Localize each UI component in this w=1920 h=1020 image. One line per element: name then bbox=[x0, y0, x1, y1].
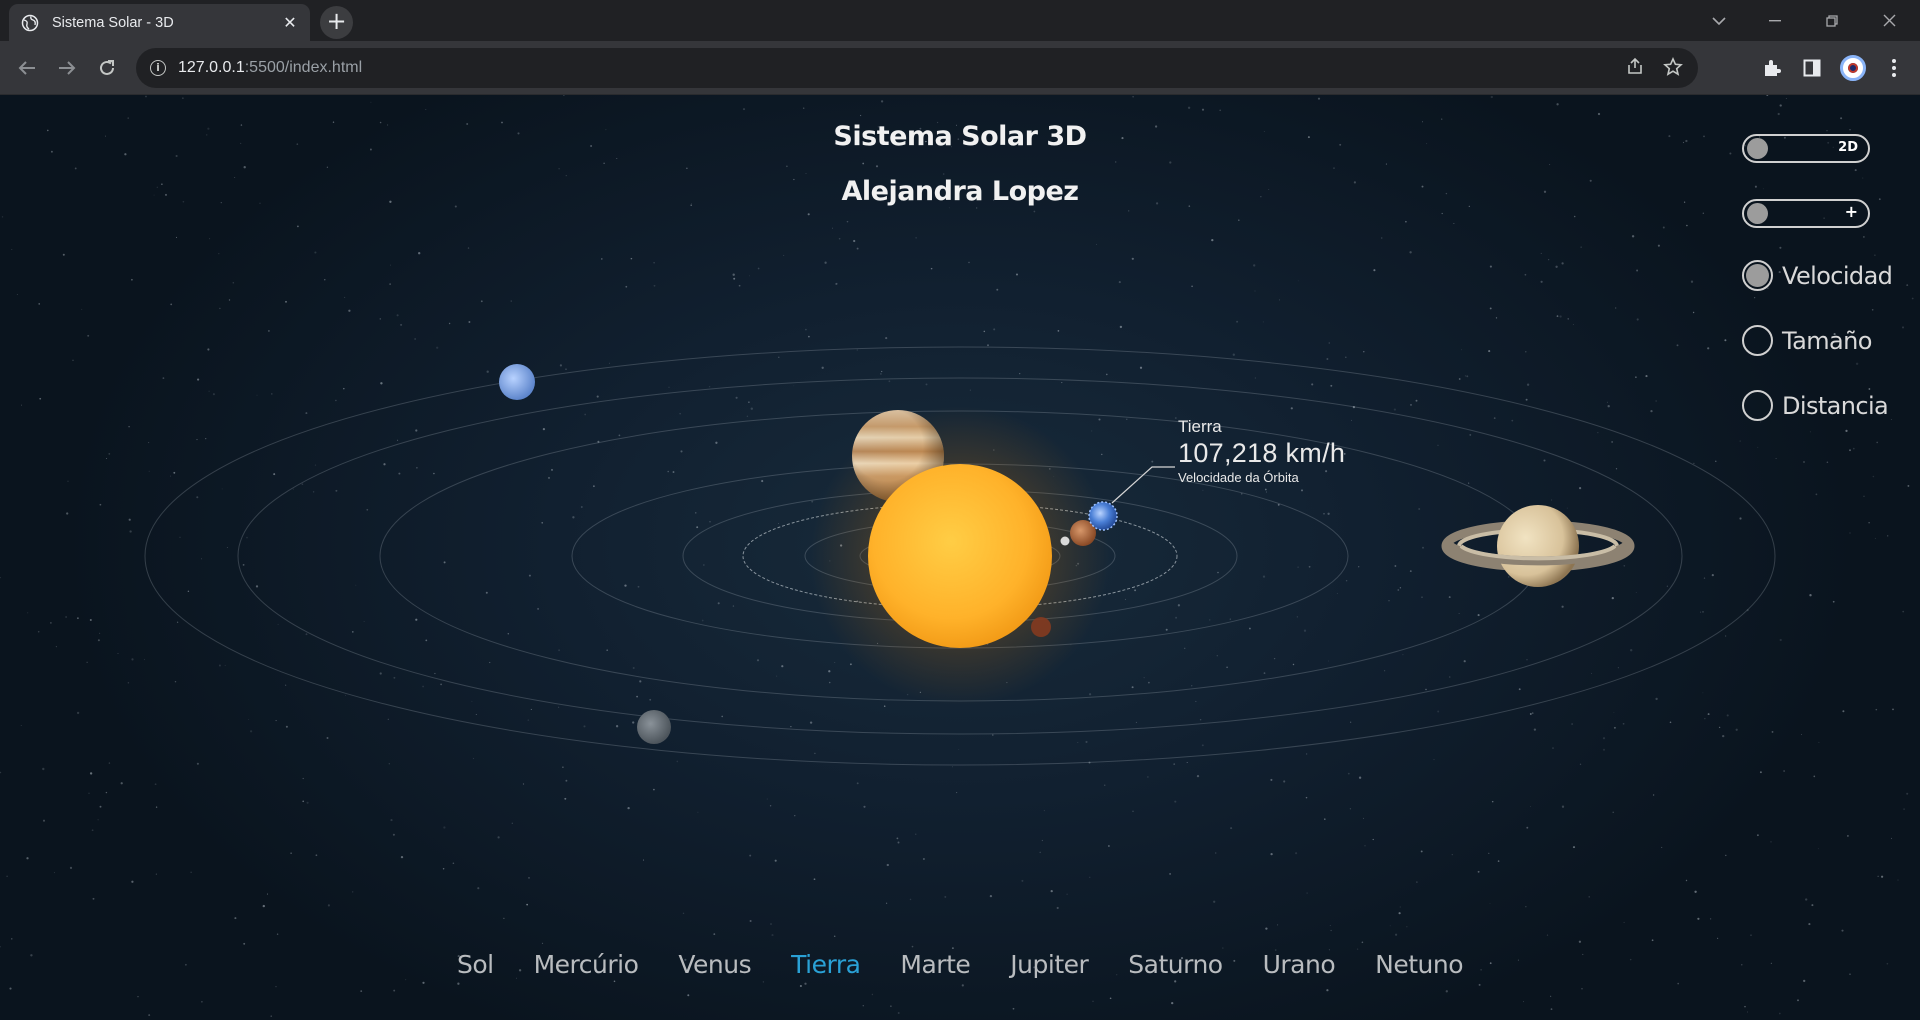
option-tamano[interactable]: Tamaño bbox=[1742, 325, 1872, 356]
sidebar-icon[interactable] bbox=[1798, 54, 1826, 82]
browser-tab[interactable]: Sistema Solar - 3D ✕ bbox=[9, 4, 310, 41]
option-tamano-label: Tamaño bbox=[1782, 326, 1872, 355]
info-icon[interactable]: i bbox=[150, 60, 166, 76]
nav-item-netuno[interactable]: Netuno bbox=[1375, 950, 1463, 979]
star-icon[interactable] bbox=[1662, 57, 1684, 79]
tab-title: Sistema Solar - 3D bbox=[52, 14, 174, 31]
profile-avatar[interactable] bbox=[1840, 55, 1866, 81]
toggle-plus-label: + bbox=[1844, 202, 1858, 221]
url-host: 127.0.0.1 bbox=[178, 59, 245, 76]
extensions-icon[interactable] bbox=[1758, 54, 1786, 82]
address-bar[interactable]: i 127.0.0.1:5500/index.html bbox=[136, 48, 1698, 88]
nav-item-jupiter[interactable]: Jupiter bbox=[1010, 950, 1089, 979]
browser-tab-strip: Sistema Solar - 3D ✕ + bbox=[0, 0, 1920, 41]
forward-arrow-icon[interactable] bbox=[50, 51, 84, 85]
planet-nav: Sol Mercúrio Venus Tierra Marte Jupiter … bbox=[0, 950, 1920, 979]
planet-earth[interactable] bbox=[1088, 501, 1118, 531]
radio-dot[interactable] bbox=[1742, 390, 1773, 421]
nav-item-tierra[interactable]: Tierra bbox=[791, 950, 861, 979]
planet-saturn[interactable] bbox=[1441, 505, 1635, 587]
minimize-icon[interactable] bbox=[1752, 0, 1798, 41]
option-velocidad[interactable]: Velocidad bbox=[1742, 260, 1893, 291]
new-tab-button[interactable]: + bbox=[320, 6, 353, 39]
reload-icon[interactable] bbox=[90, 51, 124, 85]
globe-icon bbox=[21, 14, 39, 31]
planet-info-callout: Tierra 107,218 km/h Velocidade da Órbita bbox=[1178, 417, 1345, 485]
planet-uranus[interactable] bbox=[499, 364, 535, 400]
nav-item-saturno[interactable]: Saturno bbox=[1128, 950, 1223, 979]
planet-sun[interactable] bbox=[810, 406, 1110, 706]
callout-speed-label: Velocidade da Órbita bbox=[1178, 470, 1299, 485]
close-window-icon[interactable] bbox=[1866, 0, 1912, 41]
nav-item-venus[interactable]: Venus bbox=[678, 950, 751, 979]
url-path: :5500/index.html bbox=[244, 59, 363, 76]
share-icon[interactable] bbox=[1624, 57, 1646, 79]
planet-mercury[interactable] bbox=[1060, 536, 1070, 546]
browser-toolbar: i 127.0.0.1:5500/index.html bbox=[0, 41, 1920, 95]
restore-icon[interactable] bbox=[1809, 0, 1855, 41]
back-arrow-icon[interactable] bbox=[10, 51, 44, 85]
toggle-2d-label: 2D bbox=[1838, 140, 1858, 155]
toggle-2d-view[interactable]: 2D bbox=[1742, 134, 1870, 163]
nav-item-mercurio[interactable]: Mercúrio bbox=[534, 950, 639, 979]
option-distancia-label: Distancia bbox=[1782, 391, 1889, 420]
nav-item-marte[interactable]: Marte bbox=[900, 950, 970, 979]
tab-search-icon[interactable] bbox=[1696, 0, 1742, 41]
solar-system-scene[interactable] bbox=[0, 95, 1920, 1020]
radio-dot[interactable] bbox=[1742, 325, 1773, 356]
nav-item-sol[interactable]: Sol bbox=[457, 950, 494, 979]
toggle-knob bbox=[1747, 138, 1768, 159]
nav-item-urano[interactable]: Urano bbox=[1263, 950, 1336, 979]
radio-dot-selected[interactable] bbox=[1742, 260, 1773, 291]
planet-mars[interactable] bbox=[1031, 617, 1051, 637]
option-velocidad-label: Velocidad bbox=[1782, 261, 1893, 290]
option-distancia[interactable]: Distancia bbox=[1742, 390, 1889, 421]
toggle-plus[interactable]: + bbox=[1742, 199, 1870, 228]
callout-planet-name: Tierra bbox=[1178, 417, 1222, 436]
close-tab-icon[interactable]: ✕ bbox=[282, 14, 298, 31]
callout-speed-value: 107,218 km/h bbox=[1178, 438, 1346, 468]
menu-icon[interactable] bbox=[1880, 54, 1908, 82]
planet-neptune[interactable] bbox=[637, 710, 671, 744]
solar-system-page: Sistema Solar 3D Alejandra Lopez Tierra … bbox=[0, 95, 1920, 1020]
toggle-knob bbox=[1747, 203, 1768, 224]
